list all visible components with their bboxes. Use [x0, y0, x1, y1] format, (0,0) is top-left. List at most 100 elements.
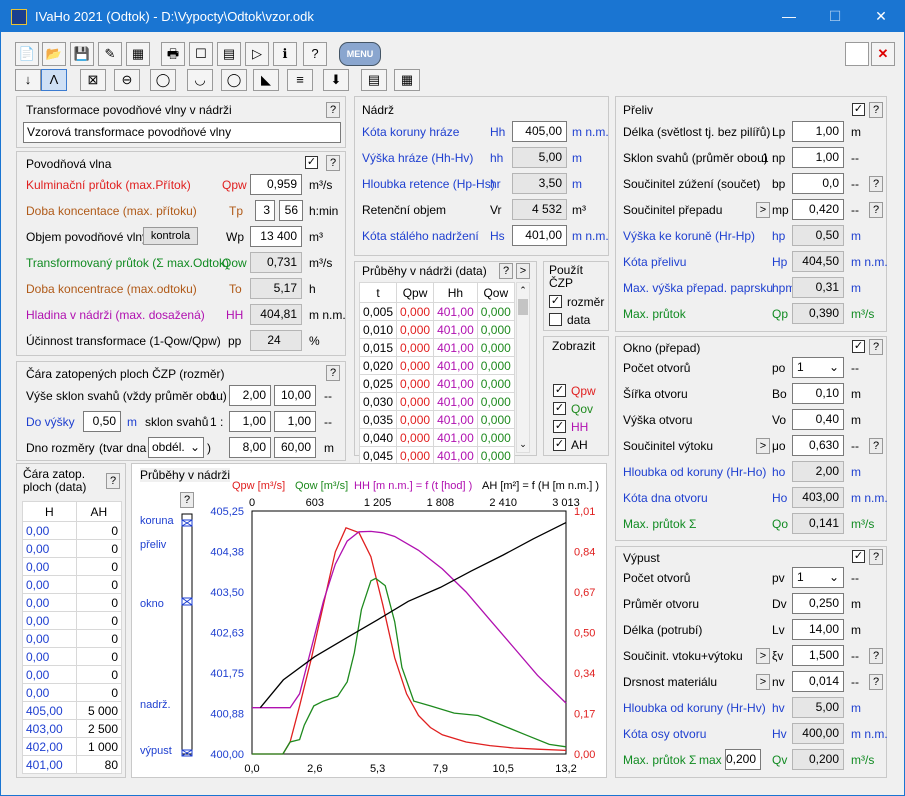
table-cell[interactable]: 0,000 — [476, 320, 515, 339]
table-row[interactable]: 0,030 0,000 401,00 0,000 — [358, 392, 515, 411]
valve-icon[interactable]: ⬇ — [323, 69, 349, 91]
table-row[interactable]: 0,00 0 — [22, 611, 123, 630]
chevron-right-icon[interactable]: > — [756, 648, 770, 664]
doba-hours-input[interactable]: 3 — [255, 200, 275, 221]
table-cell[interactable]: 403,00 — [22, 719, 77, 738]
table-row[interactable]: 405,00 5 000 — [22, 701, 123, 720]
table-cell[interactable]: 0 — [75, 539, 123, 558]
table-cell[interactable]: 0,00 — [22, 521, 77, 540]
help-icon[interactable]: ? — [869, 102, 883, 118]
table-cell[interactable]: 0,00 — [22, 611, 77, 630]
table-row[interactable]: 0,00 0 — [22, 593, 123, 612]
table-cell[interactable]: 0,000 — [476, 356, 515, 375]
table-cell[interactable]: 0,025 — [358, 374, 398, 393]
czp-row3-b-input[interactable]: 60,00 — [274, 437, 316, 458]
preliv-input[interactable]: 1,00 — [792, 147, 844, 168]
kontrola-button[interactable]: kontrola — [143, 227, 198, 245]
chevron-right-icon[interactable]: > — [516, 263, 530, 279]
table-row[interactable]: 0,040 0,000 401,00 0,000 — [358, 428, 515, 447]
nadrz-input[interactable]: 401,00 — [512, 225, 567, 246]
table-row[interactable]: 0,00 0 — [22, 683, 123, 702]
table-cell[interactable]: 0,000 — [476, 392, 515, 411]
table-cell[interactable]: 0 — [75, 521, 123, 540]
okno-input[interactable]: 0,10 — [792, 383, 844, 404]
table-row[interactable]: 403,00 2 500 — [22, 719, 123, 738]
transform-icon[interactable]: Ʌ — [41, 69, 67, 91]
table-cell[interactable]: 0,00 — [22, 557, 77, 576]
table-cell[interactable]: 0,000 — [476, 428, 515, 447]
vypust-max-input[interactable]: 0,200 — [725, 749, 761, 770]
blank-icon[interactable]: ☐ — [189, 42, 213, 66]
table-cell[interactable]: 0 — [75, 557, 123, 576]
czp-row2-b-input[interactable]: 1,00 — [274, 411, 316, 432]
table-cell[interactable]: 0,045 — [358, 446, 398, 465]
preliv-checkbox[interactable]: ✓ — [852, 103, 865, 116]
table-row[interactable]: 402,00 1 000 — [22, 737, 123, 756]
table-cell[interactable]: 401,00 — [433, 302, 478, 321]
new-file-icon[interactable]: 📄 — [15, 42, 39, 66]
czp-row1-b-input[interactable]: 10,00 — [274, 385, 316, 406]
print-icon[interactable]: 🖶 — [161, 42, 185, 66]
table-cell[interactable]: 0,00 — [22, 539, 77, 558]
table-cell[interactable]: 0,00 — [22, 629, 77, 648]
table-cell[interactable]: 0 — [75, 665, 123, 684]
table-row[interactable]: 0,020 0,000 401,00 0,000 — [358, 356, 515, 375]
table-cell[interactable]: 0,005 — [358, 302, 398, 321]
preliv-input[interactable]: 0,420 — [792, 199, 844, 220]
table-cell[interactable]: 0,000 — [396, 410, 435, 429]
table-cell[interactable]: 401,00 — [433, 374, 478, 393]
table-cell[interactable]: 0,000 — [396, 338, 435, 357]
table-row[interactable]: 0,005 0,000 401,00 0,000 — [358, 302, 515, 321]
table-cell[interactable]: 401,00 — [433, 428, 478, 447]
table-row[interactable]: 0,00 0 — [22, 575, 123, 594]
chevron-right-icon[interactable]: > — [756, 438, 770, 454]
table-cell[interactable]: 401,00 — [433, 410, 478, 429]
table-cell[interactable]: 0,00 — [22, 575, 77, 594]
vypust-input[interactable]: 14,00 — [792, 619, 844, 640]
maximize-button[interactable]: ☐ — [812, 1, 858, 32]
hh-checkbox[interactable]: ✓ — [553, 420, 566, 433]
czp-row1-a-input[interactable]: 2,00 — [229, 385, 271, 406]
table-cell[interactable]: 0,00 — [22, 593, 77, 612]
table-cell[interactable]: 0,010 — [358, 320, 398, 339]
table-row[interactable]: 0,015 0,000 401,00 0,000 — [358, 338, 515, 357]
table-cell[interactable]: 0,000 — [476, 410, 515, 429]
flood-checkbox[interactable]: ✓ — [305, 156, 318, 169]
pipe-icon[interactable]: ⊖ — [114, 69, 140, 91]
data-checkbox[interactable] — [549, 313, 562, 326]
table-cell[interactable]: 0,000 — [396, 356, 435, 375]
help-icon[interactable]: ? — [869, 648, 883, 664]
czp-row2-height-input[interactable]: 0,50 — [83, 411, 121, 432]
scrollbar[interactable]: ⌃ ⌄ — [516, 282, 530, 453]
play-icon[interactable]: ▷ — [245, 42, 269, 66]
qpw-checkbox[interactable]: ✓ — [553, 384, 566, 397]
preliv-input[interactable]: 0,0 — [792, 173, 844, 194]
table-cell[interactable]: 402,00 — [22, 737, 77, 756]
help-icon[interactable]: ? — [869, 674, 883, 690]
help-icon[interactable]: ? — [326, 365, 340, 381]
okno-checkbox[interactable]: ✓ — [852, 340, 865, 353]
help-icon[interactable]: ? — [869, 202, 883, 218]
layers-icon[interactable]: ≡ — [287, 69, 313, 91]
grid-icon[interactable]: ▤ — [361, 69, 387, 91]
table-row[interactable]: 0,010 0,000 401,00 0,000 — [358, 320, 515, 339]
table-cell[interactable]: 0 — [75, 629, 123, 648]
vypust-checkbox[interactable]: ✓ — [852, 550, 865, 563]
vypust-input[interactable]: 0,014 — [792, 671, 844, 692]
chevron-right-icon[interactable]: > — [756, 202, 770, 218]
table-cell[interactable]: 0,040 — [358, 428, 398, 447]
ah-checkbox[interactable]: ✓ — [553, 438, 566, 451]
table-cell[interactable]: 80 — [75, 755, 123, 774]
edit-icon[interactable]: ✎ — [98, 42, 122, 66]
table-cell[interactable]: 401,00 — [433, 392, 478, 411]
table-cell[interactable]: 0 — [75, 683, 123, 702]
report-icon[interactable]: ▤ — [217, 42, 241, 66]
table-cell[interactable]: 0,000 — [476, 302, 515, 321]
table-cell[interactable]: 401,00 — [433, 338, 478, 357]
table-row[interactable]: 0,00 0 — [22, 629, 123, 648]
okno-input[interactable]: 0,630 — [792, 435, 844, 456]
help-icon[interactable]: ? — [303, 42, 327, 66]
table-cell[interactable]: 0,000 — [476, 338, 515, 357]
table-cell[interactable]: 0,000 — [396, 302, 435, 321]
table-cell[interactable]: 0,015 — [358, 338, 398, 357]
